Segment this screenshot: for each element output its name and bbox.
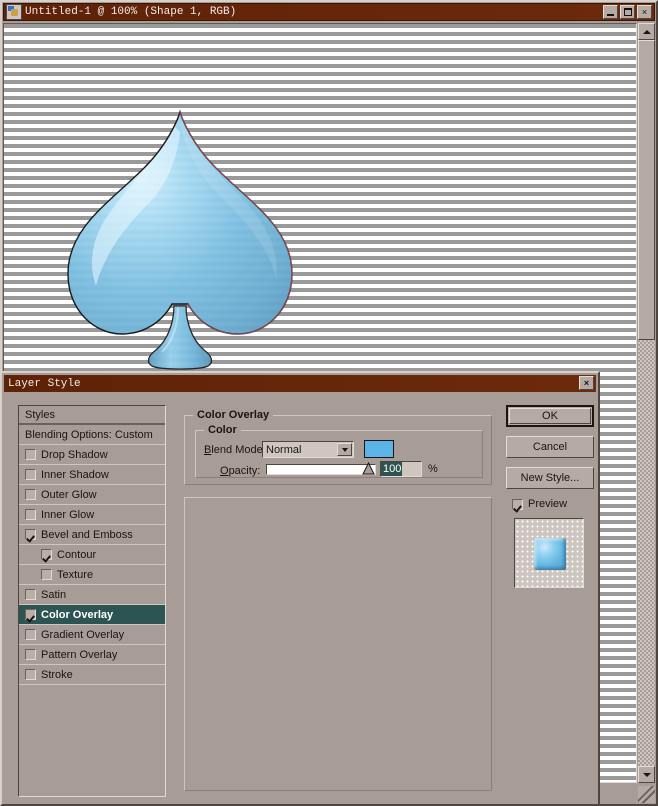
close-button[interactable]: × xyxy=(637,5,652,19)
style-row-gradient-overlay[interactable]: Gradient Overlay xyxy=(19,625,165,645)
photoshop-document-icon xyxy=(6,4,22,20)
layer-style-title-bar[interactable]: Layer Style × xyxy=(4,375,596,392)
style-label: Texture xyxy=(57,568,94,581)
color-overlay-group-title: Color Overlay xyxy=(193,409,274,421)
checkbox-bevel-and-emboss[interactable] xyxy=(25,529,36,540)
style-label: Outer Glow xyxy=(41,488,97,501)
style-row-stroke[interactable]: Stroke xyxy=(19,665,165,685)
color-subgroup-title: Color xyxy=(204,424,241,436)
settings-empty-area xyxy=(184,497,492,791)
minimize-button[interactable] xyxy=(603,5,618,19)
checkbox-inner-shadow[interactable] xyxy=(25,469,36,480)
styles-list-panel[interactable]: Styles Blending Options: Custom Drop Sha… xyxy=(18,405,166,797)
opacity-slider-thumb[interactable] xyxy=(362,462,375,475)
document-title-text: Untitled-1 @ 100% (Shape 1, RGB) xyxy=(25,6,237,18)
checkbox-gradient-overlay[interactable] xyxy=(25,629,36,640)
document-title-bar[interactable]: Untitled-1 @ 100% (Shape 1, RGB) × xyxy=(3,3,655,21)
ok-button[interactable]: OK xyxy=(506,405,594,427)
style-label: Pattern Overlay xyxy=(41,648,118,661)
dialog-button-column: OK Cancel New Style... Preview xyxy=(506,405,594,588)
preview-shape xyxy=(534,538,566,570)
checkbox-outer-glow[interactable] xyxy=(25,489,36,500)
style-row-texture[interactable]: Texture xyxy=(19,565,165,585)
layer-style-title-text: Layer Style xyxy=(8,377,81,390)
blend-mode-select[interactable]: Normal xyxy=(262,441,354,458)
style-label: Blending Options: Custom xyxy=(25,428,153,441)
maximize-icon xyxy=(624,8,632,16)
spade-icon xyxy=(67,109,293,370)
opacity-input[interactable]: 100 xyxy=(380,461,422,477)
style-label: Inner Glow xyxy=(41,508,95,521)
style-label: Drop Shadow xyxy=(41,448,108,461)
chevron-up-icon xyxy=(642,29,651,34)
style-label: Color Overlay xyxy=(41,608,114,621)
opacity-unit: % xyxy=(428,463,438,475)
style-label: Inner Shadow xyxy=(41,468,109,481)
new-style-button[interactable]: New Style... xyxy=(506,467,594,489)
checkbox-pattern-overlay[interactable] xyxy=(25,649,36,660)
checkbox-stroke[interactable] xyxy=(25,669,36,680)
style-row-color-overlay[interactable]: Color Overlay xyxy=(19,605,165,625)
style-row-satin[interactable]: Satin xyxy=(19,585,165,605)
scrollbar-thumb[interactable] xyxy=(638,40,655,340)
style-label: Satin xyxy=(41,588,67,601)
checkbox-color-overlay[interactable] xyxy=(25,609,36,620)
preview-checkbox-row[interactable]: Preview xyxy=(512,498,594,510)
opacity-value: 100 xyxy=(381,462,403,476)
scroll-down-button[interactable] xyxy=(638,766,655,783)
color-subgroup: Color Blend Mode: Normal Opacity: 100 % xyxy=(195,424,483,478)
style-row-drop-shadow[interactable]: Drop Shadow xyxy=(19,445,165,465)
style-label: Stroke xyxy=(41,668,73,681)
checkbox-drop-shadow[interactable] xyxy=(25,449,36,460)
opacity-slider-track[interactable] xyxy=(266,464,376,475)
cancel-button[interactable]: Cancel xyxy=(506,436,594,458)
checkbox-preview[interactable] xyxy=(512,498,523,510)
window-controls: × xyxy=(603,5,652,19)
scrollbar-track[interactable] xyxy=(638,40,655,766)
style-label: Contour xyxy=(57,548,97,561)
new-style-button-label: New Style... xyxy=(520,472,580,484)
blend-mode-value: Normal xyxy=(266,443,302,456)
style-row-inner-glow[interactable]: Inner Glow xyxy=(19,505,165,525)
styles-panel-header: Styles xyxy=(19,406,165,425)
layer-style-close-button[interactable]: × xyxy=(579,376,594,390)
checkbox-inner-glow[interactable] xyxy=(25,509,36,520)
resize-grip-icon xyxy=(638,786,655,803)
blend-mode-label: Blend Mode: xyxy=(204,444,266,456)
style-row-inner-shadow[interactable]: Inner Shadow xyxy=(19,465,165,485)
close-icon: × xyxy=(641,6,648,17)
style-row-contour[interactable]: Contour xyxy=(19,545,165,565)
cancel-button-label: Cancel xyxy=(532,441,568,453)
style-row-blending-options[interactable]: Blending Options: Custom xyxy=(19,425,165,445)
resize-grip[interactable] xyxy=(638,786,655,803)
style-label: Gradient Overlay xyxy=(41,628,125,641)
preview-label: Preview xyxy=(528,498,568,510)
color-overlay-settings: Color Overlay Color Blend Mode: Normal O… xyxy=(178,405,494,797)
maximize-button[interactable] xyxy=(620,5,635,19)
style-row-pattern-overlay[interactable]: Pattern Overlay xyxy=(19,645,165,665)
opacity-label: Opacity: xyxy=(220,465,261,477)
minimize-icon xyxy=(607,14,614,16)
style-label: Bevel and Emboss xyxy=(41,528,133,541)
style-row-outer-glow[interactable]: Outer Glow xyxy=(19,485,165,505)
chevron-down-icon[interactable] xyxy=(337,443,352,456)
style-row-bevel-and-emboss[interactable]: Bevel and Emboss xyxy=(19,525,165,545)
layer-style-dialog: Layer Style × Styles Blending Options: C… xyxy=(0,371,600,806)
color-overlay-group: Color Overlay Color Blend Mode: Normal O… xyxy=(184,409,492,485)
canvas-vertical-scrollbar[interactable] xyxy=(638,23,655,783)
chevron-down-icon xyxy=(642,772,651,777)
ok-button-label: OK xyxy=(542,410,558,422)
checkbox-texture[interactable] xyxy=(41,569,52,580)
color-swatch-button[interactable] xyxy=(364,440,394,458)
style-preview-thumbnail xyxy=(514,518,584,588)
checkbox-satin[interactable] xyxy=(25,589,36,600)
checkbox-contour[interactable] xyxy=(41,549,52,560)
scroll-up-button[interactable] xyxy=(638,23,655,40)
spade-shape-layer[interactable] xyxy=(56,106,304,378)
